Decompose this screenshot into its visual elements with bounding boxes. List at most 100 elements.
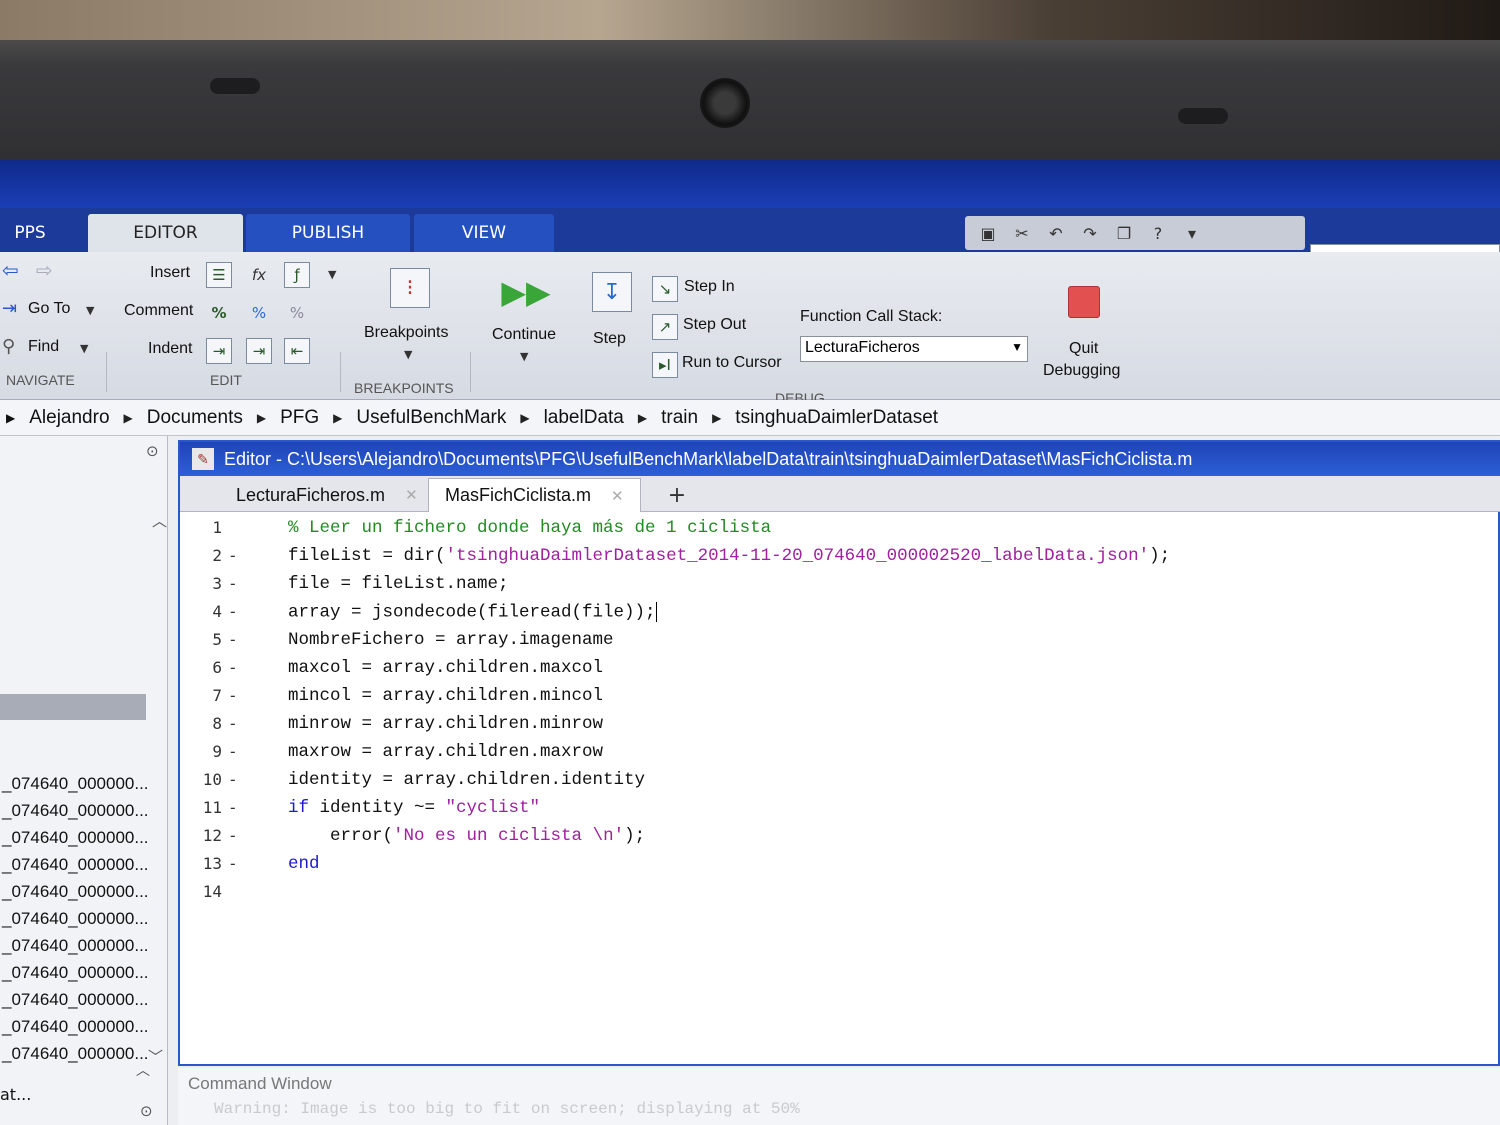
code-line[interactable]: error('No es un ciclista \n'); — [288, 826, 645, 846]
quit-debugging-button[interactable]: Quit — [1069, 340, 1098, 358]
tab-view[interactable]: VIEW — [414, 214, 554, 252]
insert-section-icon[interactable]: ☰ — [206, 262, 232, 288]
breakpoint-marker[interactable]: - — [228, 630, 238, 649]
breakpoint-marker[interactable]: - — [228, 714, 238, 733]
code-line[interactable]: maxcol = array.children.maxcol — [288, 658, 603, 678]
quit-debugging-button-line2[interactable]: Debugging — [1043, 362, 1120, 380]
wrap-comments-icon[interactable]: % — [284, 300, 310, 326]
code-line[interactable]: maxrow = array.children.maxrow — [288, 742, 603, 762]
insert-function-icon[interactable]: ƒ — [284, 262, 310, 288]
redo-icon[interactable]: ↷ — [1079, 222, 1101, 244]
breakpoint-marker[interactable]: - — [228, 574, 238, 593]
list-item[interactable]: _074640_000000... — [2, 1044, 149, 1064]
code-line[interactable]: identity = array.children.identity — [288, 770, 645, 790]
stop-icon[interactable] — [1068, 286, 1100, 318]
details-options-icon[interactable]: ⊙ — [140, 1102, 153, 1120]
decrease-indent-icon[interactable]: ⇤ — [284, 338, 310, 364]
tab-apps[interactable]: PPS — [0, 214, 60, 252]
step-button[interactable]: Step — [593, 330, 626, 348]
breakpoints-caret-icon[interactable]: ▼ — [404, 348, 412, 361]
find-caret-icon[interactable]: ▼ — [80, 342, 88, 355]
function-call-stack-select[interactable]: LecturaFicheros ▼ — [800, 336, 1028, 362]
forward-arrow-icon[interactable]: ⇨ — [36, 258, 53, 282]
command-window[interactable]: Command Window Warning: Image is too big… — [178, 1068, 1500, 1125]
fx-icon[interactable]: fx — [246, 262, 272, 288]
save-icon[interactable]: ▣ — [977, 222, 999, 244]
run-to-cursor-icon[interactable]: ▸I — [652, 352, 678, 378]
insert-button[interactable]: Insert — [150, 264, 190, 282]
code-line[interactable]: if identity ~= "cyclist" — [288, 798, 540, 818]
crumb-documents[interactable]: Documents — [147, 407, 243, 429]
list-item[interactable]: _074640_000000... — [2, 855, 149, 875]
list-item[interactable]: _074640_000000... — [2, 963, 149, 983]
goto-caret-icon[interactable]: ▼ — [86, 304, 94, 317]
breakpoints-icon[interactable]: ⁝ — [390, 268, 430, 308]
list-item[interactable]: _074640_000000... — [2, 801, 149, 821]
dropdown-icon[interactable]: ▾ — [1181, 222, 1203, 244]
code-line[interactable]: file = fileList.name; — [288, 574, 509, 594]
crumb-pfg[interactable]: PFG — [280, 407, 319, 429]
code-line[interactable]: end — [288, 854, 320, 874]
breakpoint-marker[interactable]: - — [228, 798, 238, 817]
tab-editor[interactable]: EDITOR — [88, 214, 243, 252]
breakpoint-marker[interactable]: - — [228, 658, 238, 677]
crumb-alejandro[interactable]: Alejandro — [29, 407, 109, 429]
breakpoint-marker[interactable]: - — [228, 686, 238, 705]
comment-percent-icon[interactable]: % — [206, 300, 232, 326]
crumb-labeldata[interactable]: labelData — [544, 407, 624, 429]
code-line[interactable]: array = jsondecode(fileread(file)); — [288, 602, 657, 623]
back-arrow-icon[interactable]: ⇦ — [2, 258, 19, 282]
breakpoint-marker[interactable]: - — [228, 770, 238, 789]
step-out-icon[interactable]: ↗ — [652, 314, 678, 340]
comment-button[interactable]: Comment — [124, 302, 193, 320]
code-line[interactable]: mincol = array.children.mincol — [288, 686, 603, 706]
code-line[interactable]: NombreFichero = array.imagename — [288, 630, 614, 650]
details-collapse-icon[interactable]: ︿ — [136, 1060, 150, 1080]
panel-options-icon[interactable]: ⊙ — [146, 442, 159, 460]
uncomment-icon[interactable]: % — [246, 300, 272, 326]
tab-publish[interactable]: PUBLISH — [246, 214, 410, 252]
list-item[interactable]: _074640_000000... — [2, 828, 149, 848]
indent-button[interactable]: Indent — [148, 340, 192, 358]
list-item[interactable]: _074640_000000... — [2, 909, 149, 929]
increase-indent-icon[interactable]: ⇥ — [246, 338, 272, 364]
crumb-train[interactable]: train — [661, 407, 698, 429]
tab-lecturaficheros[interactable]: LecturaFicheros.m ✕ — [220, 478, 434, 512]
step-in-icon[interactable]: ↘ — [652, 276, 678, 302]
switch-windows-icon[interactable]: ❐ — [1113, 222, 1135, 244]
breakpoint-marker[interactable]: - — [228, 854, 238, 873]
breakpoint-marker[interactable]: - — [228, 826, 238, 845]
crumb-usefulbenchmark[interactable]: UsefulBenchMark — [356, 407, 506, 429]
undo-icon[interactable]: ↶ — [1045, 222, 1067, 244]
list-item[interactable]: _074640_000000... — [2, 882, 149, 902]
list-item[interactable]: _074640_000000... — [2, 1017, 149, 1037]
insert-caret-icon[interactable]: ▼ — [328, 268, 336, 281]
code-line[interactable]: fileList = dir('tsinghuaDaimlerDataset_2… — [288, 546, 1170, 566]
goto-button[interactable]: Go To — [28, 300, 70, 318]
smart-indent-icon[interactable]: ⇥ — [206, 338, 232, 364]
help-icon[interactable]: ? — [1147, 222, 1169, 244]
breakpoint-marker[interactable]: - — [228, 546, 238, 565]
scroll-up-icon[interactable]: ︿ — [152, 510, 167, 531]
list-item[interactable]: _074640_000000... — [2, 774, 149, 794]
tab-masfichciclista[interactable]: MasFichCiclista.m ✕ — [428, 478, 641, 512]
list-item[interactable]: _074640_000000... — [2, 936, 149, 956]
step-out-button[interactable]: Step Out — [683, 316, 746, 334]
step-icon[interactable]: ↧ — [592, 272, 632, 312]
step-in-button[interactable]: Step In — [684, 278, 735, 296]
cut-icon[interactable]: ✂ — [1011, 222, 1033, 244]
continue-button[interactable]: Continue — [492, 326, 556, 344]
list-item[interactable]: _074640_000000... — [2, 990, 149, 1010]
close-icon[interactable]: ✕ — [611, 487, 624, 505]
find-button[interactable]: Find — [28, 338, 59, 356]
continue-icon[interactable]: ▶▶ — [501, 272, 550, 312]
breakpoint-marker[interactable]: - — [228, 742, 238, 761]
run-to-cursor-button[interactable]: Run to Cursor — [682, 354, 782, 372]
scroll-down-icon[interactable]: ﹀ — [148, 1046, 163, 1067]
breakpoint-marker[interactable]: - — [228, 602, 238, 621]
code-line[interactable]: minrow = array.children.minrow — [288, 714, 603, 734]
crumb-tsinghuadaimlerdataset[interactable]: tsinghuaDaimlerDataset — [735, 407, 938, 429]
code-line[interactable]: % Leer un fichero donde haya más de 1 ci… — [288, 518, 771, 538]
new-tab-plus-icon[interactable]: + — [660, 480, 694, 510]
selected-row[interactable] — [0, 694, 146, 720]
